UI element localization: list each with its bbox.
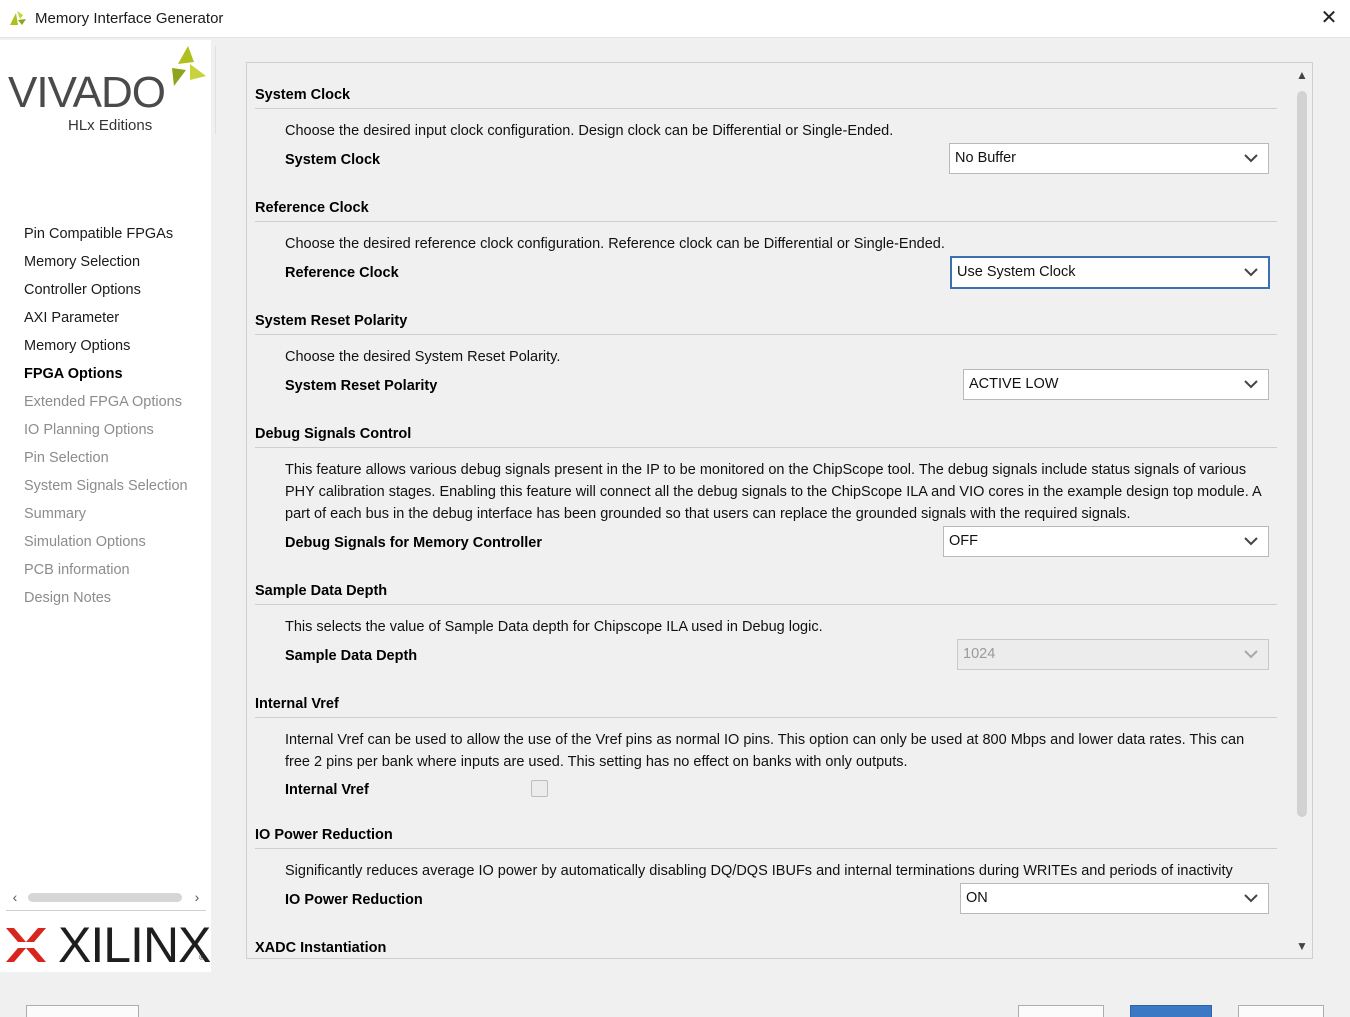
section-title: Reference Clock — [255, 200, 369, 216]
system-reset-polarity-dropdown[interactable]: ACTIVE LOW — [963, 369, 1269, 400]
section-description: Choose the desired input clock configura… — [285, 123, 894, 139]
xilinx-logo: XILINX ® — [6, 917, 211, 973]
nav-item-io-planning-options: IO Planning Options — [24, 422, 154, 438]
section-divider — [255, 334, 1277, 335]
nav-item-pin-compatible-fpgas[interactable]: Pin Compatible FPGAs — [24, 224, 188, 252]
section-divider — [255, 221, 1277, 222]
nav-item-summary: Summary — [24, 506, 87, 522]
nav-item-memory-selection[interactable]: Memory Selection — [24, 252, 188, 280]
scroll-up-icon[interactable]: ▲ — [1294, 67, 1310, 83]
nav-item-extended-fpga-options: Extended FPGA Options — [24, 394, 182, 410]
back-button[interactable] — [1018, 1005, 1104, 1017]
field-label: Reference Clock — [285, 265, 399, 281]
dropdown-value: OFF — [949, 533, 978, 549]
section-divider — [255, 108, 1277, 109]
scroll-right-icon[interactable]: › — [190, 888, 204, 906]
dropdown-value: Use System Clock — [957, 264, 1076, 280]
field-label: IO Power Reduction — [285, 892, 423, 908]
sidebar-horizontal-scrollbar[interactable]: ‹ › — [8, 888, 206, 906]
vivado-leaf-icon — [172, 46, 206, 86]
section-title: IO Power Reduction — [255, 827, 393, 843]
title-bar: Memory Interface Generator ✕ — [0, 0, 1350, 38]
logo-divider — [215, 46, 216, 134]
vivado-leaf-icon — [10, 11, 26, 25]
reference-clock-dropdown[interactable]: Use System Clock — [950, 256, 1270, 289]
section-title: Sample Data Depth — [255, 583, 388, 599]
system-clock-dropdown[interactable]: No Buffer — [949, 143, 1269, 174]
fpga-options-panel: System Clock Choose the desired input cl… — [246, 62, 1313, 959]
options-scroll-area: System Clock Choose the desired input cl… — [247, 63, 1293, 958]
panel-vertical-scrollbar[interactable]: ▲ ▼ — [1294, 65, 1310, 956]
field-label: Internal Vref — [285, 782, 369, 798]
dropdown-value: ACTIVE LOW — [969, 376, 1059, 392]
section-title: XADC Instantiation — [255, 940, 387, 956]
dropdown-value: 1024 — [963, 646, 996, 662]
section-title: System Reset Polarity — [255, 313, 408, 329]
nav-item-memory-options[interactable]: Memory Options — [24, 336, 188, 364]
dropdown-value: No Buffer — [955, 150, 1016, 166]
section-divider — [255, 447, 1277, 448]
cancel-button[interactable] — [1238, 1005, 1324, 1017]
sidebar: VIVADO HLx Editions Pin Compatible FPGAs… — [0, 40, 216, 973]
nav-item-simulation-options: Simulation Options — [24, 534, 146, 550]
internal-vref-checkbox[interactable] — [531, 780, 548, 797]
vivado-wordmark: VIVADO — [8, 68, 166, 117]
window-title: Memory Interface Generator — [35, 10, 224, 27]
nav-item-pin-selection: Pin Selection — [24, 450, 109, 466]
sample-data-depth-dropdown: 1024 — [957, 639, 1269, 670]
nav-item-axi-parameter[interactable]: AXI Parameter — [24, 308, 188, 336]
section-description: This feature allows various debug signal… — [285, 462, 1261, 522]
close-icon[interactable]: ✕ — [1318, 7, 1340, 29]
chevron-down-icon — [1244, 380, 1258, 389]
section-description: Choose the desired reference clock confi… — [285, 236, 945, 252]
hlx-editions-label: HLx Editions — [68, 117, 153, 134]
nav-item-controller-options[interactable]: Controller Options — [24, 280, 188, 308]
section-divider — [255, 848, 1277, 849]
xilinx-wordmark: XILINX — [58, 917, 211, 973]
chevron-down-icon — [1244, 268, 1258, 277]
dropdown-value: ON — [966, 890, 988, 906]
section-divider — [255, 717, 1277, 718]
io-power-reduction-dropdown[interactable]: ON — [960, 883, 1269, 914]
nav-item-system-signals-selection: System Signals Selection — [24, 478, 188, 494]
section-title: Internal Vref — [255, 696, 339, 712]
section-description: This selects the value of Sample Data de… — [285, 619, 823, 635]
xilinx-mark-icon — [6, 928, 46, 962]
section-title: System Clock — [255, 87, 351, 103]
section-description: Significantly reduces average IO power b… — [285, 863, 1233, 879]
scroll-down-icon[interactable]: ▼ — [1294, 938, 1310, 954]
wizard-steps-nav: Pin Compatible FPGAs Memory Selection Co… — [24, 224, 188, 616]
scroll-left-icon[interactable]: ‹ — [8, 888, 22, 906]
help-button[interactable] — [26, 1005, 139, 1017]
section-description: Internal Vref can be used to allow the u… — [285, 732, 1245, 770]
chevron-down-icon — [1244, 537, 1258, 546]
next-button[interactable] — [1130, 1005, 1212, 1017]
section-description: Choose the desired System Reset Polarity… — [285, 349, 561, 365]
section-title: Debug Signals Control — [255, 426, 412, 442]
nav-item-design-notes: Design Notes — [24, 590, 112, 606]
debug-signals-dropdown[interactable]: OFF — [943, 526, 1269, 557]
chevron-down-icon — [1244, 154, 1258, 163]
nav-item-fpga-options[interactable]: FPGA Options — [24, 364, 188, 392]
scrollbar-thumb[interactable] — [1297, 91, 1307, 817]
vivado-logo: VIVADO HLx Editions — [6, 46, 216, 166]
field-label: Debug Signals for Memory Controller — [285, 535, 542, 551]
nav-item-pcb-information: PCB information — [24, 562, 130, 578]
field-label: System Reset Polarity — [285, 378, 438, 394]
sidebar-divider — [6, 910, 206, 911]
field-label: Sample Data Depth — [285, 648, 418, 664]
registered-mark: ® — [199, 953, 205, 962]
chevron-down-icon — [1244, 894, 1258, 903]
scrollbar-thumb[interactable] — [28, 893, 182, 902]
field-label: System Clock — [285, 152, 381, 168]
section-divider — [255, 604, 1277, 605]
chevron-down-icon — [1244, 650, 1258, 659]
